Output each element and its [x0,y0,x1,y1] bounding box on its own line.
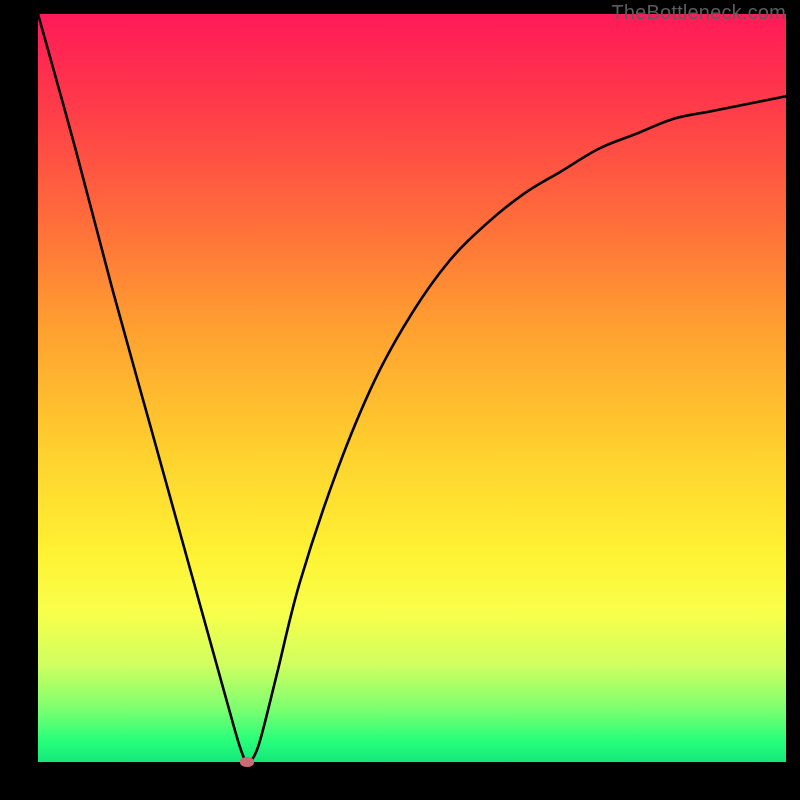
optimal-point-marker [240,757,254,767]
plot-area [38,14,786,762]
chart-frame: TheBottleneck.com [0,0,800,800]
curve-svg [38,14,786,762]
bottleneck-curve [38,14,786,762]
watermark-text: TheBottleneck.com [611,2,786,25]
